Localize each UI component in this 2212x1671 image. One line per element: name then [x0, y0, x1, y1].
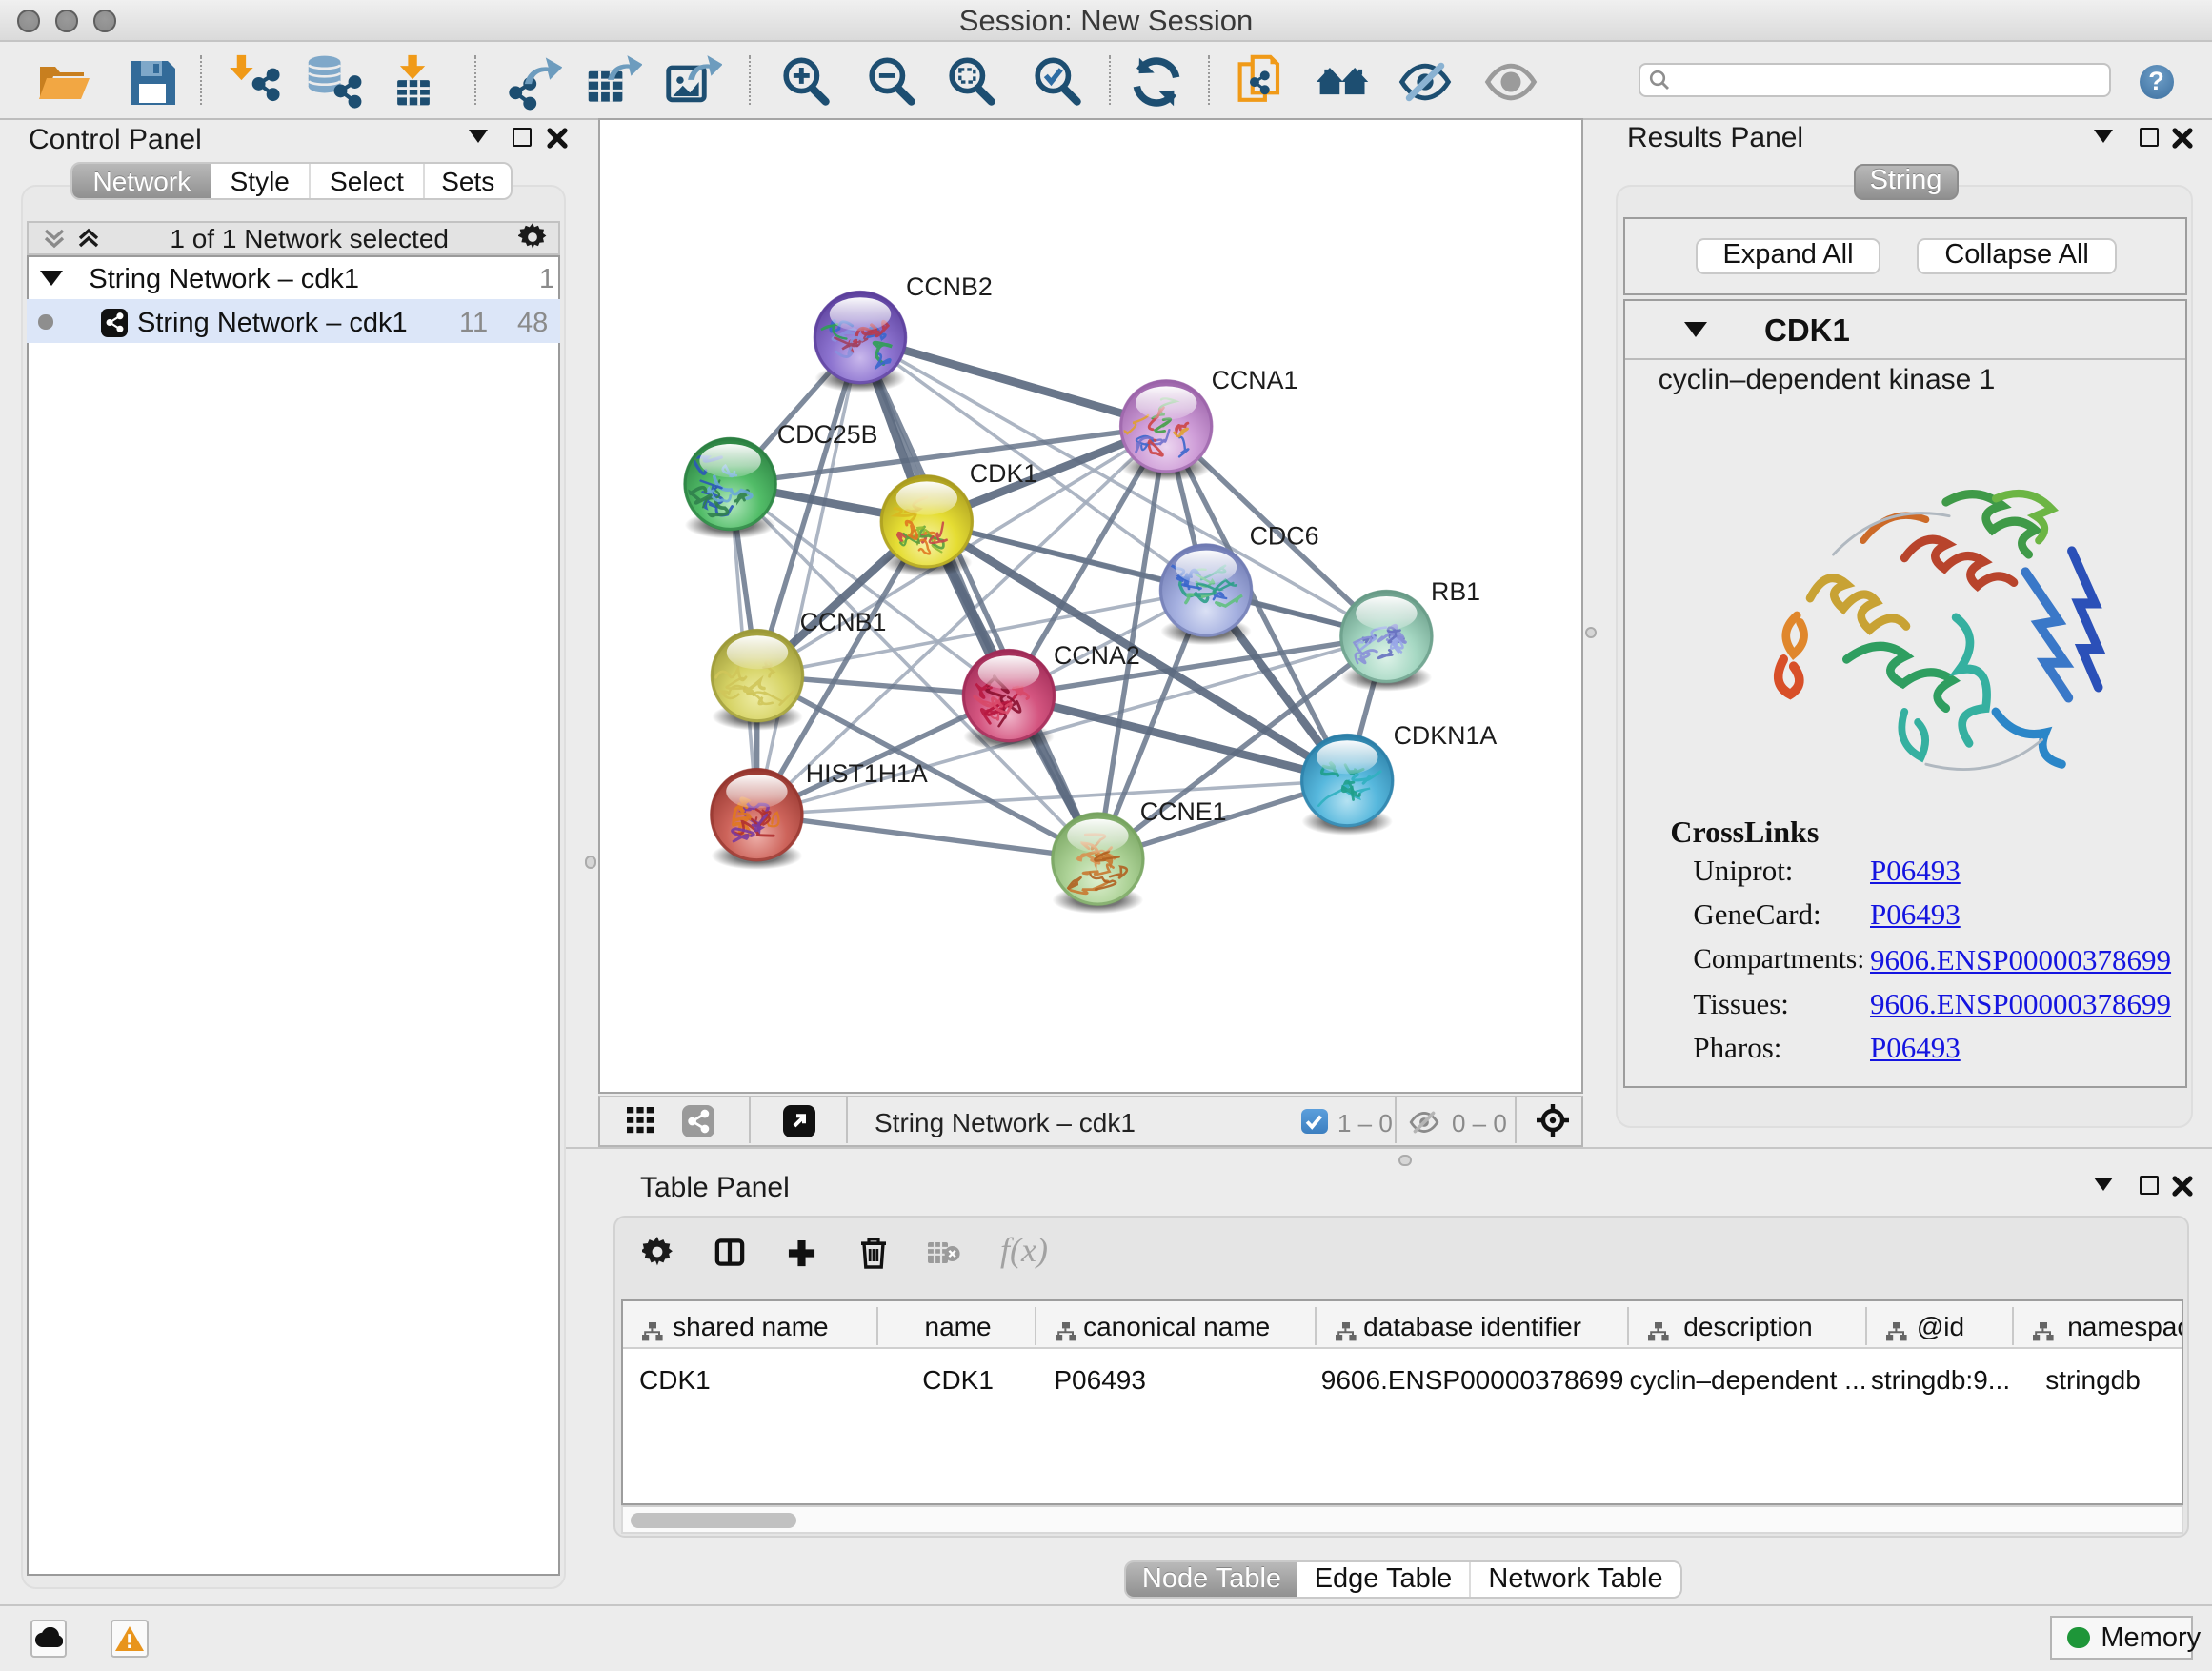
svg-text:CCNB1: CCNB1: [799, 608, 886, 636]
svg-text:CDK1: CDK1: [969, 459, 1036, 488]
svg-text:CCNA2: CCNA2: [1053, 641, 1139, 670]
svg-text:CCNA1: CCNA1: [1211, 366, 1297, 394]
svg-text:CDKN1A: CDKN1A: [1393, 721, 1497, 750]
svg-text:HIST1H1A: HIST1H1A: [805, 759, 927, 788]
svg-text:CDC6: CDC6: [1249, 521, 1318, 550]
svg-text:CCNE1: CCNE1: [1139, 797, 1226, 826]
svg-text:CDC25B: CDC25B: [776, 420, 877, 449]
svg-text:RB1: RB1: [1430, 577, 1479, 606]
svg-text:CCNB2: CCNB2: [905, 272, 992, 301]
